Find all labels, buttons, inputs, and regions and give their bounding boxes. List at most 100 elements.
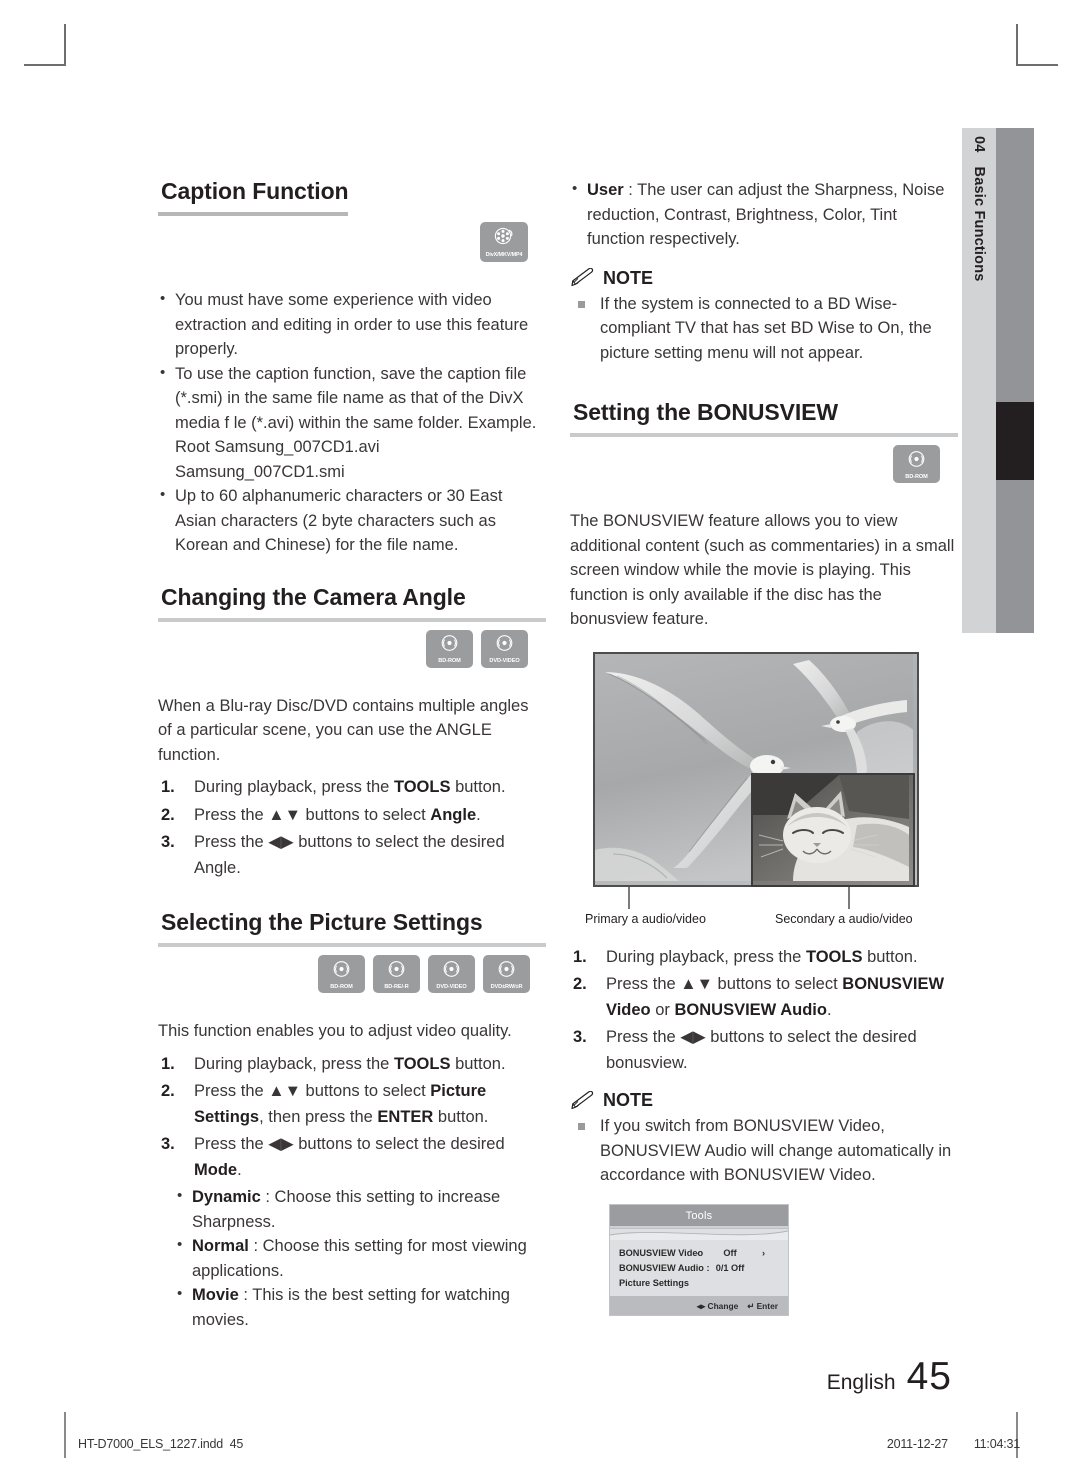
heading-picture-settings: Selecting the Picture Settings [161, 909, 483, 935]
chapter-title: Basic Functions [971, 166, 987, 282]
step-bold: Mode [194, 1160, 238, 1179]
step-text: Press the ◀▶ buttons to select the desir… [194, 1135, 505, 1153]
picture-mode-item: User : The user can adjust the Sharpness… [570, 177, 958, 252]
bonusview-steps: 1. During playback, press the TOOLS butt… [570, 945, 958, 1077]
osd-arrow-right-icon[interactable]: › [753, 1248, 765, 1258]
step-bold: TOOLS [393, 1054, 451, 1073]
disc-glyph-icon [907, 450, 926, 473]
picture-mode-item: Dynamic : Choose this setting to increas… [158, 1184, 546, 1234]
note-list-2: If you switch from BONUSVIEW Video, BONU… [570, 1114, 958, 1188]
osd-row-bonusview-video[interactable]: BONUSVIEW Video ‹ Off › [619, 1245, 779, 1260]
osd-title: Tools [610, 1205, 788, 1226]
step-bold-2: BONUSVIEW Audio [674, 1000, 827, 1019]
step-bold-2: ENTER [377, 1107, 434, 1126]
step-text: During playback, press the [606, 947, 806, 966]
osd-row-label: BONUSVIEW Video [619, 1247, 704, 1258]
step-item: 2. Press the ▲▼ buttons to select Pictur… [158, 1079, 546, 1130]
step-number: 1. [161, 1054, 175, 1073]
disc-icon-row-camera-angle: BD-ROM DVD-VIDEO [158, 629, 528, 668]
bd-rom-icon: BD-ROM [426, 629, 473, 668]
osd-wave-divider [610, 1226, 788, 1240]
heading-bonusview: Setting the BONUSVIEW [573, 399, 838, 425]
crop-mark-top-left-vertical [64, 24, 66, 66]
step-text: Press the ▲▼ buttons to select [194, 805, 431, 824]
manual-page: 04Basic Functions Caption Function DivX/… [0, 0, 1080, 1479]
osd-footer-enter: ↵ Enter [747, 1300, 778, 1311]
picture-mode-sep: : [260, 1188, 275, 1206]
step-text: During playback, press the [194, 778, 394, 796]
chapter-index-bar-active-segment [996, 402, 1034, 480]
disc-icon-label: BD-ROM [905, 473, 928, 480]
step-text-post: . [826, 1000, 832, 1019]
tools-osd-screenshot: Tools BONUSVIEW Video ‹ Off › BONUSVIEW … [610, 1205, 788, 1315]
picture-mode-list: Dynamic : Choose this setting to increas… [158, 1184, 546, 1332]
osd-row-value: Off [723, 1247, 737, 1258]
step-text-mid: or [650, 1000, 675, 1019]
bonusview-intro: The BONUSVIEW feature allows you to view… [570, 512, 955, 628]
picture-mode-name: User [587, 181, 624, 199]
print-footer-left: HT-D7000_ELS_1227.indd 45 [78, 1437, 243, 1451]
step-text: Press the ▲▼ buttons to select [194, 1082, 431, 1100]
disc-icon-label: BD-ROM [438, 658, 461, 664]
callout-label-secondary: Secondary a audio/video [775, 911, 913, 926]
cat-photo [753, 774, 909, 881]
disc-icon-row-picture-settings: BD-ROM BD-RE/-R DVD-VIDEO DVD±RW/±R [158, 955, 530, 993]
heading-camera-angle: Changing the Camera Angle [161, 583, 466, 610]
crop-mark-bottom-left-vertical [64, 1412, 66, 1458]
note-item: If the system is connected to a BD Wise-… [570, 292, 958, 366]
osd-arrow-left-icon[interactable]: ‹ [697, 1248, 707, 1258]
right-column: User : The user can adjust the Sharpness… [570, 177, 958, 1188]
osd-row-label: Picture Settings [619, 1277, 689, 1288]
osd-row-picture-settings[interactable]: Picture Settings [619, 1275, 779, 1290]
picture-settings-steps: 1. During playback, press the TOOLS butt… [158, 1052, 546, 1184]
pencil-icon [570, 1090, 596, 1111]
step-item: 1. During playback, press the TOOLS butt… [570, 945, 958, 971]
step-number: 1. [161, 778, 175, 796]
crop-mark-top-left-horizontal [24, 64, 66, 66]
step-number: 2. [161, 805, 175, 824]
step-bold: TOOLS [393, 778, 451, 796]
step-text: Press the ◀▶ buttons to select the desir… [606, 1028, 917, 1072]
osd-row-bonusview-audio[interactable]: BONUSVIEW Audio : 0/1 Off [619, 1260, 779, 1275]
step-item: 3. Press the ◀▶ buttons to select the de… [158, 1132, 546, 1183]
picture-mode-item: Normal : Choose this setting for most vi… [158, 1233, 546, 1283]
page-language: English [826, 1371, 896, 1394]
photo-callouts: Primary a audio/video Secondary a audio/… [570, 886, 958, 933]
picture-mode-name: Dynamic [192, 1188, 261, 1206]
disc-icon-label: DVD±RW/±R [490, 983, 523, 990]
step-number: 1. [573, 947, 587, 966]
caption-function-bullets: You must have some experience with video… [158, 287, 546, 558]
crop-mark-bottom-right-vertical [1016, 1412, 1018, 1458]
bullet-item: Up to 60 alphanumeric characters or 30 E… [158, 483, 546, 558]
disc-icon-label: DVD-VIDEO [436, 983, 467, 990]
disc-glyph-icon [387, 960, 406, 983]
heading-rule [158, 943, 546, 947]
note-heading-text: NOTE [603, 1090, 654, 1110]
step-text-post: Angle. [194, 858, 241, 877]
chapter-side-tab-text: 04 Basic Functions [962, 136, 996, 641]
bullet-item: You must have some experience with video… [158, 287, 546, 362]
step-item: 1. During playback, press the TOOLS butt… [158, 1052, 546, 1078]
picture-settings-intro: This function enables you to adjust vide… [158, 1022, 512, 1040]
step-item: 3. Press the ◀▶ buttons to select the de… [158, 830, 546, 881]
disc-glyph-icon [497, 960, 516, 983]
heading-rule [158, 617, 546, 622]
step-text: Press the ▲▼ buttons to select [606, 975, 843, 993]
page-number: 45 [906, 1355, 952, 1398]
camera-angle-intro: When a Blu-ray Disc/DVD contains multipl… [158, 696, 529, 764]
osd-row-value: 0/1 Off [715, 1262, 745, 1273]
disc-icon-label: DivX/MKV/MP4 [485, 252, 523, 258]
osd-footer: ◂▸ Change ↵ Enter [610, 1296, 788, 1315]
page-number-block: English 45 [827, 1355, 952, 1399]
disc-glyph-icon [442, 960, 461, 983]
heading-caption-function: Caption Function [161, 178, 349, 204]
print-date: 2011-12-27 [886, 1437, 948, 1451]
step-item: 2. Press the ▲▼ buttons to select BONUSV… [570, 972, 958, 1023]
note-heading-2: NOTE [570, 1090, 958, 1111]
picture-mode-sep: : [238, 1286, 253, 1304]
note-list-1: If the system is connected to a BD Wise-… [570, 292, 958, 366]
chapter-side-tab: 04 Basic Functions [962, 128, 996, 633]
step-number: 3. [161, 833, 175, 851]
left-column: Caption Function DivX/MKV/MP4 • You must… [158, 178, 546, 1332]
disc-icon-label: DVD-VIDEO [489, 658, 520, 664]
